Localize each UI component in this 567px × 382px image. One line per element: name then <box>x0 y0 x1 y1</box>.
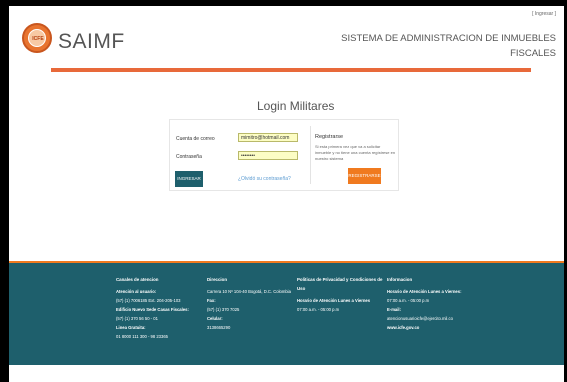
footer-text: (57) (1) 370 56 50 - 01 <box>116 316 158 321</box>
register-description: Si esta primera vez que va a solicitar i… <box>315 144 396 161</box>
footer-text: Fax: <box>207 298 216 303</box>
footer-col-title: Informacion <box>387 277 413 282</box>
footer-text: Carrera 10 Nº 104-40 Bogotá, D.C. Colomb… <box>207 289 291 294</box>
logo-emblem-icon: ICFE <box>28 29 46 47</box>
footer-contact-channels: Canales de atencion Atención al usuario:… <box>116 275 201 341</box>
footer-text: 3138665290 <box>207 325 231 330</box>
footer-text: Horario de Atención Lunes a Viernes <box>297 298 371 303</box>
footer-text: Edificio Nuevo Sede Casas Fiscales: <box>116 307 189 312</box>
email-input[interactable] <box>238 133 298 142</box>
register-button[interactable]: REGISTRARSE <box>348 168 381 184</box>
brand-name: SAIMF <box>58 30 125 53</box>
register-title: Registrarse <box>315 134 344 140</box>
footer-text: 07:00 a.m. - 05:00 p.m <box>387 298 430 303</box>
system-title: SISTEMA DE ADMINISTRACION DE INMUEBLES F… <box>341 33 556 59</box>
footer-email-link[interactable]: atencionusuarioicfe@ejercito.mil.co <box>387 314 477 323</box>
icfe-logo: ICFE <box>22 23 52 53</box>
footer-text: Atención al usuario: <box>116 289 157 294</box>
login-title: Login Militares <box>257 99 335 113</box>
footer-col-title: Direccion <box>207 277 228 282</box>
footer-text: 07:00 a.m. - 05:00 p.m <box>297 307 340 312</box>
footer-text: Celular: <box>207 316 223 321</box>
footer-text: Linea Gratuita: <box>116 325 146 330</box>
password-label: Contraseña <box>176 154 202 160</box>
footer: Canales de atencion Atención al usuario:… <box>9 261 564 365</box>
footer-text: (57) (1) 7006185 Ext. 204-205-103 <box>116 298 181 303</box>
footer-text: E-mail: <box>387 307 401 312</box>
footer-col-title: Canales de atencion <box>116 277 159 282</box>
footer-information: Informacion Horario de Atención Lunes a … <box>387 275 477 332</box>
login-link[interactable]: [ Ingresar ] <box>532 11 556 17</box>
footer-text: (57) (1) 370 7025 <box>207 307 240 312</box>
privacy-policy-link[interactable]: Politicas de Privacidad y Condiciones de… <box>297 275 383 293</box>
form-divider <box>310 126 311 184</box>
footer-text: Horario de Atención Lunes a Viernes: <box>387 289 462 294</box>
password-input[interactable] <box>238 151 298 160</box>
footer-privacy: Politicas de Privacidad y Condiciones de… <box>297 275 383 314</box>
email-label: Cuenta de correo <box>176 136 215 142</box>
footer-address: Direccion Carrera 10 Nº 104-40 Bogotá, D… <box>207 275 292 332</box>
logo-text: ICFE <box>32 36 44 42</box>
header-divider <box>51 68 531 72</box>
forgot-password-link[interactable]: ¿Olvidó su contraseña? <box>238 176 291 182</box>
footer-text: 01 8000 111 300 - 98 23365 <box>116 334 169 339</box>
ingresar-button[interactable]: INGRESAR <box>175 171 203 187</box>
footer-website-link[interactable]: www.icfe.gov.co <box>387 323 477 332</box>
